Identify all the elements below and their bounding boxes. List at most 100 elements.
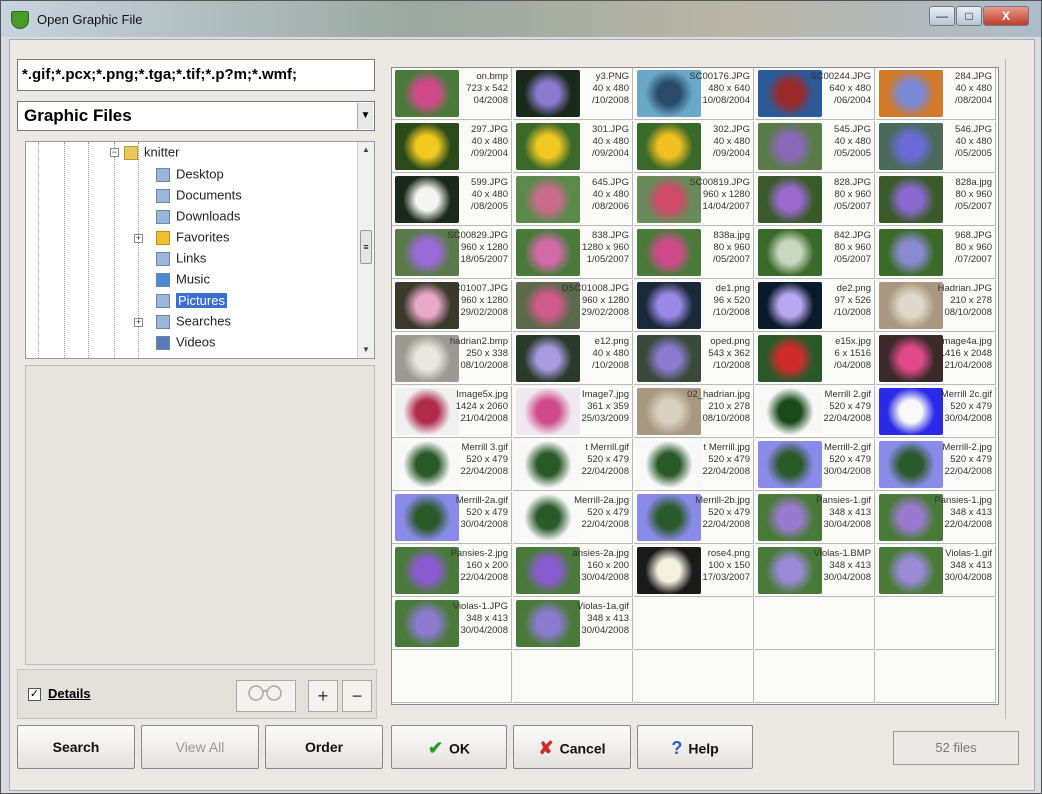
thumbnail-cell[interactable]: Merrill-2b.jpg 520 x 479 22/04/2008 — [634, 492, 754, 544]
ok-button[interactable]: ✔ OK — [391, 725, 507, 769]
documents-folder-icon — [156, 188, 170, 203]
thumbnail-cell[interactable]: 599.JPG 40 x 480/08/2005 — [392, 174, 512, 226]
file-mask-input[interactable]: *.gif;*.pcx;*.png;*.tga;*.tif;*.p?m;*.wm… — [17, 59, 375, 91]
thumbnail-cell[interactable]: 02_hadrian.jpg 210 x 278 08/10/2008 — [634, 386, 754, 438]
thumbnail-filename: Merrill-2b.jpg — [695, 495, 750, 506]
thumbnail-filename: Merrill-2a.gif — [455, 495, 508, 506]
tree-item-pictures[interactable]: Pictures — [156, 290, 227, 310]
thumbnail-cell[interactable]: SC00176.JPG 480 x 640 10/08/2004 — [634, 68, 754, 120]
thumbnail-cell[interactable]: Image7.jpg 361 x 359 25/03/2009 — [513, 386, 633, 438]
glasses-icon[interactable] — [236, 680, 296, 712]
tree-item-downloads[interactable]: Downloads — [156, 206, 240, 226]
chevron-down-icon[interactable]: ▼ — [357, 103, 373, 129]
collapse-toggle[interactable]: − — [110, 148, 119, 157]
thumbnail-cell[interactable]: de2.png 97 x 526/10/2008 — [755, 280, 875, 332]
scroll-down-arrow-icon[interactable]: ▼ — [358, 342, 374, 358]
maximize-button[interactable]: □ — [956, 6, 982, 26]
thumbnail-cell[interactable]: e12.png 40 x 480/10/2008 — [513, 333, 633, 385]
thumbnail-cell[interactable]: 302.JPG 40 x 480/09/2004 — [634, 121, 754, 173]
thumbnail-cell[interactable]: oped.png 543 x 362/10/2008 — [634, 333, 754, 385]
minimize-button[interactable]: — — [929, 6, 955, 26]
thumbnail-cell[interactable]: 838a.jpg 80 x 960/05/2007 — [634, 227, 754, 279]
file-type-value: Graphic Files — [24, 106, 132, 125]
file-type-select[interactable]: Graphic Files ▼ — [17, 101, 375, 131]
thumbnail-cell[interactable]: SC00819.JPG 960 x 1280 14/04/2007 — [634, 174, 754, 226]
tree-item-desktop[interactable]: Desktop — [156, 164, 224, 184]
thumbnail-cell[interactable]: 301.JPG 40 x 480/09/2004 — [513, 121, 633, 173]
help-button[interactable]: ? Help — [637, 725, 753, 769]
tree-scrollbar[interactable]: ▲ ≡ ▼ — [357, 142, 374, 358]
thumbnail-cell[interactable]: SC00829.JPG 960 x 1280 18/05/2007 — [392, 227, 512, 279]
thumbnail-cell[interactable]: ansies-2a.jpg 160 x 200 30/04/2008 — [513, 545, 633, 597]
thumbnail-cell[interactable]: t Merrill.gif 520 x 479 22/04/2008 — [513, 439, 633, 491]
thumbnail-cell[interactable]: hadrian2.bmp 250 x 338 08/10/2008 — [392, 333, 512, 385]
tree-item-knitter[interactable]: knitter — [124, 142, 179, 162]
thumbnail-cell[interactable]: Pansies-1.gif 348 x 413 30/04/2008 — [755, 492, 875, 544]
thumbnail-cell[interactable]: de1.png 96 x 520/10/2008 — [634, 280, 754, 332]
close-button[interactable]: X — [983, 6, 1029, 26]
thumbnail-filename: 968.JPG — [955, 230, 992, 241]
thumbnail-cell[interactable]: Merrill 3.gif 520 x 479 22/04/2008 — [392, 439, 512, 491]
details-checkbox[interactable]: ✓ — [28, 688, 41, 701]
folder-tree[interactable]: − knitter Desktop Documents Downloads + … — [25, 141, 375, 359]
search-button[interactable]: Search — [17, 725, 135, 769]
thumbnail-cell[interactable]: y3.PNG 40 x 480/10/2008 — [513, 68, 633, 120]
thumbnail-cell[interactable]: 645.JPG 40 x 480/08/2006 — [513, 174, 633, 226]
thumbnail-date: /08/2005 — [471, 201, 508, 212]
thumbnail-cell[interactable]: SC01007.JPG 960 x 1280 29/02/2008 — [392, 280, 512, 332]
cancel-button[interactable]: ✘ Cancel — [513, 725, 631, 769]
thumbnail-cell[interactable]: 284.JPG 40 x 480/08/2004 — [876, 68, 996, 120]
view-all-button[interactable]: View All — [141, 725, 259, 769]
thumbnail-cell[interactable]: 297.JPG 40 x 480/09/2004 — [392, 121, 512, 173]
scroll-up-arrow-icon[interactable]: ▲ — [358, 142, 374, 158]
thumbnail-cell[interactable]: Merrill-2.gif 520 x 479 30/04/2008 — [755, 439, 875, 491]
tree-item-videos[interactable]: Videos — [156, 332, 216, 352]
thumbnail-cell[interactable]: Image5x.jpg 1424 x 2060 21/04/2008 — [392, 386, 512, 438]
thumbnail-cell[interactable]: Violas-1a.gif 348 x 413 30/04/2008 — [513, 598, 633, 650]
thumbnail-cell[interactable]: Pansies-2.jpg 160 x 200 22/04/2008 — [392, 545, 512, 597]
thumbnail-cell[interactable]: Image4a.jpg 1416 x 2048 21/04/2008 — [876, 333, 996, 385]
thumbnail-cell[interactable]: Merrill 2c.gif 520 x 479 30/04/2008 — [876, 386, 996, 438]
thumbnail-cell[interactable]: on.bmp 723 x 542 04/2008 — [392, 68, 512, 120]
thumbnail-cell[interactable]: t Merrill.jpg 520 x 479 22/04/2008 — [634, 439, 754, 491]
thumbnail-cell[interactable]: Violas-1.JPG 348 x 413 30/04/2008 — [392, 598, 512, 650]
thumbnail-cell[interactable]: rose4.png 100 x 150 17/03/2007 — [634, 545, 754, 597]
thumbnail-cell[interactable]: e15x.jpg 6 x 1516/04/2008 — [755, 333, 875, 385]
tree-item-documents[interactable]: Documents — [156, 185, 242, 205]
thumbnail-cell[interactable]: 838.JPG 1280 x 960 1/05/2007 — [513, 227, 633, 279]
expand-toggle[interactable]: + — [134, 318, 143, 327]
thumbnail-info: 302.JPG 40 x 480/09/2004 — [660, 124, 750, 160]
thumbnail-info: rose4.png 100 x 150 17/03/2007 — [660, 548, 750, 584]
thumbnail-cell[interactable]: Merrill-2a.gif 520 x 479 30/04/2008 — [392, 492, 512, 544]
thumbnail-cell[interactable]: 545.JPG 40 x 480/05/2005 — [755, 121, 875, 173]
thumbnail-cell[interactable]: Merrill-2.jpg 520 x 479 22/04/2008 — [876, 439, 996, 491]
tree-item-music[interactable]: Music — [156, 269, 210, 289]
thumbnail-cell[interactable]: 968.JPG 80 x 960/07/2007 — [876, 227, 996, 279]
thumbnail-cell[interactable]: 546.JPG 40 x 480/05/2005 — [876, 121, 996, 173]
thumbnail-cell[interactable]: SC00244.JPG 640 x 480/06/2004 — [755, 68, 875, 120]
thumbnail-cell[interactable]: 828a.jpg 80 x 960/05/2007 — [876, 174, 996, 226]
thumbnail-cell[interactable]: Merrill-2a.jpg 520 x 479 22/04/2008 — [513, 492, 633, 544]
tree-item-links[interactable]: Links — [156, 248, 206, 268]
zoom-out-button[interactable]: − — [342, 680, 372, 712]
zoom-in-icon: + — [317, 686, 329, 706]
scroll-thumb[interactable]: ≡ — [360, 230, 372, 264]
thumbnail-info: Merrill 3.gif 520 x 479 22/04/2008 — [418, 442, 508, 478]
grid-scrollbar[interactable] — [1005, 59, 1027, 719]
thumbnail-cell[interactable]: DSC01008.JPG 960 x 1280 29/02/2008 — [513, 280, 633, 332]
zoom-in-button[interactable]: + — [308, 680, 338, 712]
order-button[interactable]: Order — [265, 725, 383, 769]
thumbnail-cell[interactable]: Pansies-1.jpg 348 x 413 22/04/2008 — [876, 492, 996, 544]
thumbnail-cell[interactable]: Merrill 2.gif 520 x 479 22/04/2008 — [755, 386, 875, 438]
tree-item-favorites[interactable]: Favorites — [156, 227, 229, 247]
thumbnail-cell[interactable]: 828.JPG 80 x 960/05/2007 — [755, 174, 875, 226]
thumbnail-info: 02_hadrian.jpg 210 x 278 08/10/2008 — [660, 389, 750, 425]
thumbnail-cell[interactable]: Violas-1.BMP 348 x 413 30/04/2008 — [755, 545, 875, 597]
expand-toggle[interactable]: + — [134, 234, 143, 243]
details-label[interactable]: Details — [48, 686, 91, 701]
thumbnail-cell[interactable]: 842.JPG 80 x 960/05/2007 — [755, 227, 875, 279]
thumbnail-cell[interactable]: Hadrian.JPG 210 x 278 08/10/2008 — [876, 280, 996, 332]
thumbnail-grid[interactable]: on.bmp 723 x 542 04/2008 y3.PNG 40 x 480/10/… — [391, 67, 999, 705]
thumbnail-cell[interactable]: Violas-1.gif 348 x 413 30/04/2008 — [876, 545, 996, 597]
tree-item-searches[interactable]: Searches — [156, 311, 231, 331]
